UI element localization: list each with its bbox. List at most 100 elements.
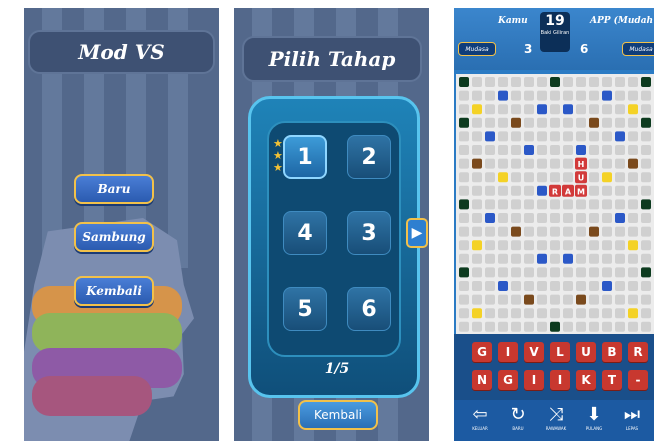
board-cell[interactable] — [563, 145, 573, 155]
rack-tile[interactable]: L — [550, 342, 570, 362]
board-cell[interactable] — [563, 294, 573, 305]
board-cell[interactable] — [498, 240, 508, 251]
board-cell[interactable] — [641, 185, 651, 196]
board-cell[interactable] — [641, 240, 651, 251]
board-cell[interactable] — [563, 253, 573, 264]
board-cell[interactable] — [498, 308, 508, 319]
board-cell[interactable] — [511, 199, 521, 210]
rack-tile[interactable]: K — [576, 370, 596, 390]
board-cell[interactable] — [641, 199, 651, 210]
board-cell[interactable] — [589, 213, 599, 223]
board-cell[interactable] — [511, 267, 521, 278]
board-cell[interactable] — [550, 77, 560, 87]
board-cell[interactable] — [589, 131, 599, 142]
rawawak-action-button[interactable]: ⤨ RAWAWAK — [538, 404, 574, 431]
board-cell[interactable] — [524, 185, 534, 196]
board-cell[interactable] — [563, 321, 573, 332]
board-cell[interactable] — [485, 199, 495, 210]
board-cell[interactable] — [550, 267, 560, 278]
board-cell[interactable] — [472, 172, 482, 183]
board-cell[interactable] — [537, 145, 547, 155]
board-cell[interactable] — [602, 90, 612, 101]
board-cell[interactable] — [498, 90, 508, 101]
board-cell[interactable] — [459, 213, 469, 223]
board-cell[interactable] — [589, 90, 599, 101]
board-cell[interactable] — [472, 321, 482, 332]
board-cell[interactable] — [498, 131, 508, 142]
board-cell[interactable] — [498, 77, 508, 87]
level-6-button[interactable]: 6 — [347, 287, 391, 331]
board-cell[interactable] — [485, 185, 495, 196]
board-cell[interactable] — [628, 226, 638, 237]
board-cell[interactable] — [537, 185, 547, 196]
board-cell[interactable] — [485, 240, 495, 251]
kembali-button[interactable]: Kembali — [298, 400, 378, 430]
board-cell[interactable] — [628, 145, 638, 155]
board-cell[interactable] — [472, 253, 482, 264]
board-cell[interactable] — [615, 131, 625, 142]
board-cell[interactable] — [472, 240, 482, 251]
board-cell[interactable] — [485, 226, 495, 237]
rack-tile[interactable]: T — [602, 370, 622, 390]
board-cell[interactable] — [563, 117, 573, 128]
board-cell[interactable] — [472, 158, 482, 169]
rack-tile[interactable]: U — [576, 342, 596, 362]
lepas-action-button[interactable]: ⏭ LEPAS — [614, 404, 650, 431]
board-cell[interactable] — [485, 104, 495, 115]
board-cell[interactable] — [615, 226, 625, 237]
board-cell[interactable] — [589, 145, 599, 155]
board-cell[interactable] — [459, 226, 469, 237]
board-cell[interactable] — [459, 131, 469, 142]
board-cell[interactable] — [485, 267, 495, 278]
board-cell[interactable] — [589, 185, 599, 196]
keluar-action-button[interactable]: ⇦ KELUAR — [462, 404, 498, 431]
board-cell[interactable] — [459, 104, 469, 115]
board-cell[interactable] — [563, 267, 573, 278]
board-cell[interactable] — [615, 199, 625, 210]
board-cell[interactable] — [459, 240, 469, 251]
board-cell[interactable] — [628, 253, 638, 264]
board-cell[interactable] — [641, 308, 651, 319]
board-cell[interactable] — [472, 90, 482, 101]
rack-tile[interactable]: G — [472, 342, 492, 362]
next-page-button[interactable]: ▶ — [406, 218, 428, 248]
board-cell[interactable] — [498, 321, 508, 332]
board-cell[interactable] — [485, 294, 495, 305]
board-cell[interactable] — [628, 104, 638, 115]
board-cell[interactable] — [641, 281, 651, 291]
board-cell[interactable] — [550, 131, 560, 142]
board-cell[interactable] — [550, 199, 560, 210]
board-cell[interactable] — [459, 90, 469, 101]
board-cell[interactable] — [589, 240, 599, 251]
board-cell[interactable] — [537, 281, 547, 291]
board-cell[interactable] — [576, 308, 586, 319]
board-cell[interactable] — [576, 281, 586, 291]
rack-tile[interactable]: I — [550, 370, 570, 390]
board-cell[interactable] — [459, 172, 469, 183]
kembali-button[interactable]: Kembali — [74, 276, 154, 306]
board-cell[interactable] — [485, 308, 495, 319]
board-cell[interactable] — [511, 90, 521, 101]
board-cell[interactable] — [498, 213, 508, 223]
board-cell[interactable] — [563, 199, 573, 210]
board-cell[interactable] — [602, 117, 612, 128]
board-cell[interactable] — [615, 253, 625, 264]
board-cell[interactable] — [602, 267, 612, 278]
board-cell[interactable] — [628, 267, 638, 278]
board-cell[interactable] — [511, 104, 521, 115]
board-cell[interactable] — [498, 104, 508, 115]
board-cell[interactable] — [576, 213, 586, 223]
board-cell[interactable] — [576, 77, 586, 87]
board-cell[interactable] — [537, 321, 547, 332]
board-cell[interactable] — [524, 145, 534, 155]
board-cell[interactable] — [641, 158, 651, 169]
level-2-button[interactable]: 2 — [347, 135, 391, 179]
board-cell[interactable] — [511, 294, 521, 305]
board-cell[interactable] — [615, 145, 625, 155]
board-cell[interactable] — [550, 226, 560, 237]
board-cell[interactable] — [537, 308, 547, 319]
board-cell[interactable] — [511, 226, 521, 237]
board-cell[interactable] — [602, 281, 612, 291]
sambung-button[interactable]: Sambung — [74, 222, 154, 252]
board-cell[interactable] — [459, 158, 469, 169]
